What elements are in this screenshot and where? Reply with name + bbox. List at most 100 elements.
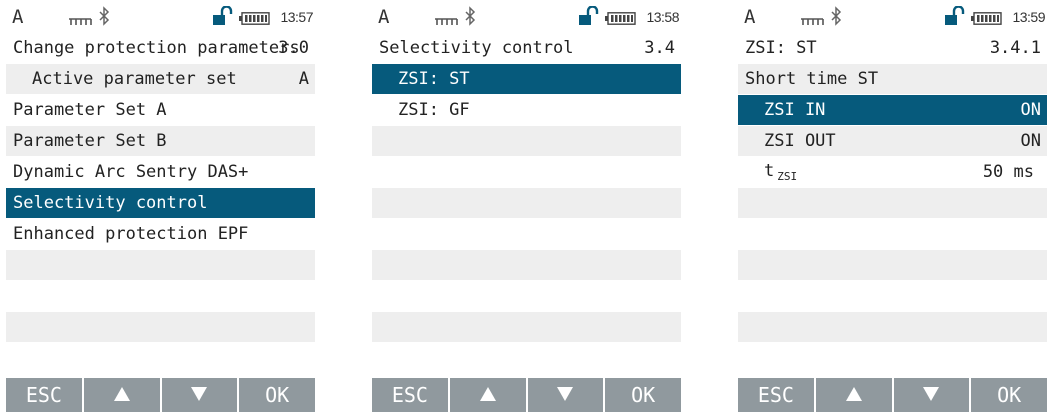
menu-item-label: ZSI: GF bbox=[398, 100, 470, 120]
empty-row bbox=[738, 250, 1047, 280]
empty-row bbox=[372, 219, 681, 249]
menu-item-value: ON bbox=[1020, 131, 1041, 151]
menu-title: ZSI: ST 3.4.1 bbox=[738, 33, 1047, 63]
device-screen-1: A 13:57 Change protection parameters 3.0 Act… bbox=[6, 0, 315, 412]
network-icon bbox=[68, 11, 92, 25]
menu-number: 3.0 bbox=[278, 38, 309, 58]
mode-indicator: A bbox=[378, 6, 390, 28]
down-arrow-icon bbox=[556, 383, 574, 407]
clock-time: 13:57 bbox=[280, 9, 313, 25]
softkey-bar: ESC OK bbox=[372, 378, 681, 412]
status-bar: A 13:57 bbox=[6, 0, 315, 33]
menu-item[interactable]: Selectivity control bbox=[6, 188, 315, 218]
empty-row bbox=[6, 281, 315, 311]
down-arrow-icon bbox=[922, 383, 940, 407]
menu-item-label: ZSI: ST bbox=[398, 69, 470, 89]
clock-time: 13:59 bbox=[1012, 9, 1045, 25]
menu-item[interactable]: Parameter Set B bbox=[6, 126, 315, 156]
unlocked-padlock-icon bbox=[944, 5, 966, 26]
menu-item-label: Active parameter set bbox=[32, 69, 237, 89]
status-bar: A 13:58 bbox=[372, 0, 681, 33]
menu-item-label: ZSI IN bbox=[764, 100, 826, 120]
menu-number: 3.4.1 bbox=[989, 38, 1041, 58]
down-button[interactable] bbox=[527, 378, 606, 412]
empty-row bbox=[738, 281, 1047, 311]
up-arrow-icon bbox=[113, 383, 131, 407]
up-button[interactable] bbox=[83, 378, 162, 412]
down-button[interactable] bbox=[893, 378, 972, 412]
empty-row bbox=[372, 312, 681, 342]
unlocked-padlock-icon bbox=[578, 5, 600, 26]
unlocked-padlock-icon bbox=[212, 5, 234, 26]
empty-row bbox=[6, 312, 315, 342]
menu-item[interactable]: Active parameter set A bbox=[6, 64, 315, 94]
up-button[interactable] bbox=[449, 378, 528, 412]
menu-item[interactable]: Enhanced protection EPF bbox=[6, 219, 315, 249]
softkey-bar: ESC OK bbox=[738, 378, 1047, 412]
battery-icon bbox=[605, 10, 636, 25]
down-button[interactable] bbox=[161, 378, 240, 412]
mode-indicator: A bbox=[744, 6, 756, 28]
network-icon bbox=[800, 11, 824, 25]
bluetooth-icon bbox=[98, 6, 110, 31]
empty-row bbox=[6, 250, 315, 280]
menu-title: Selectivity control 3.4 bbox=[372, 33, 681, 63]
empty-row bbox=[738, 312, 1047, 342]
esc-button[interactable]: ESC bbox=[6, 378, 84, 412]
menu-item-value: 50 ms bbox=[982, 162, 1034, 182]
menu-item[interactable]: ZSI: GF bbox=[372, 95, 681, 125]
empty-row bbox=[372, 126, 681, 156]
menu-item-label: t ZSI bbox=[738, 161, 797, 183]
menu-item-label: Enhanced protection EPF bbox=[13, 224, 249, 244]
ok-button[interactable]: OK bbox=[239, 378, 315, 412]
device-screen-3: A 13:59 ZSI: ST 3.4.1 Short time ST ZSI IN ON Z… bbox=[738, 0, 1047, 412]
esc-button[interactable]: ESC bbox=[738, 378, 816, 412]
menu-item-label: Change protection parameters bbox=[13, 38, 300, 58]
menu-item-label: ZSI: ST bbox=[745, 38, 817, 58]
menu-item-value: A bbox=[298, 69, 309, 89]
softkey-bar: ESC OK bbox=[6, 378, 315, 412]
empty-row bbox=[372, 343, 681, 373]
menu-item-label: Selectivity control bbox=[379, 38, 574, 58]
empty-row bbox=[372, 157, 681, 187]
empty-row bbox=[372, 281, 681, 311]
mode-indicator: A bbox=[12, 6, 24, 28]
battery-icon bbox=[239, 10, 270, 25]
menu-item[interactable]: ZSI OUT ON bbox=[738, 126, 1047, 156]
up-button[interactable] bbox=[815, 378, 894, 412]
parameter-subscript: ZSI bbox=[777, 170, 798, 183]
esc-button[interactable]: ESC bbox=[372, 378, 450, 412]
menu-item[interactable]: ZSI: ST bbox=[372, 64, 681, 94]
menu-item-label: Dynamic Arc Sentry DAS+ bbox=[13, 162, 249, 182]
status-bar: A 13:59 bbox=[738, 0, 1047, 33]
bluetooth-icon bbox=[464, 6, 476, 31]
menu-item-label: ZSI OUT bbox=[764, 131, 836, 151]
menu-item-label: Parameter Set B bbox=[13, 131, 167, 151]
menu-item-label: Selectivity control bbox=[13, 193, 208, 213]
ok-button[interactable]: OK bbox=[971, 378, 1047, 412]
menu-number: 3.4 bbox=[644, 38, 675, 58]
empty-row bbox=[738, 219, 1047, 249]
device-screen-2: A 13:58 Selectivity control 3.4 ZSI: ST ZSI: … bbox=[372, 0, 681, 412]
up-arrow-icon bbox=[479, 383, 497, 407]
empty-row bbox=[738, 188, 1047, 218]
empty-row bbox=[6, 343, 315, 373]
empty-row bbox=[738, 343, 1047, 373]
parameter-symbol: t bbox=[764, 161, 775, 181]
menu-item[interactable]: ZSI IN ON bbox=[738, 95, 1047, 125]
menu-item[interactable]: Parameter Set A bbox=[6, 95, 315, 125]
down-arrow-icon bbox=[190, 383, 208, 407]
menu-item-label: Parameter Set A bbox=[13, 100, 167, 120]
menu-title: Change protection parameters 3.0 bbox=[6, 33, 315, 63]
network-icon bbox=[434, 11, 458, 25]
ok-button[interactable]: OK bbox=[605, 378, 681, 412]
menu-item-label: Short time ST bbox=[745, 69, 879, 89]
menu-item[interactable]: Short time ST bbox=[738, 64, 1047, 94]
battery-icon bbox=[971, 10, 1002, 25]
menu-item[interactable]: t ZSI 50 ms bbox=[738, 157, 1047, 187]
menu-item-value: ON bbox=[1020, 100, 1041, 120]
empty-row bbox=[372, 188, 681, 218]
empty-row bbox=[372, 250, 681, 280]
up-arrow-icon bbox=[845, 383, 863, 407]
menu-item[interactable]: Dynamic Arc Sentry DAS+ bbox=[6, 157, 315, 187]
